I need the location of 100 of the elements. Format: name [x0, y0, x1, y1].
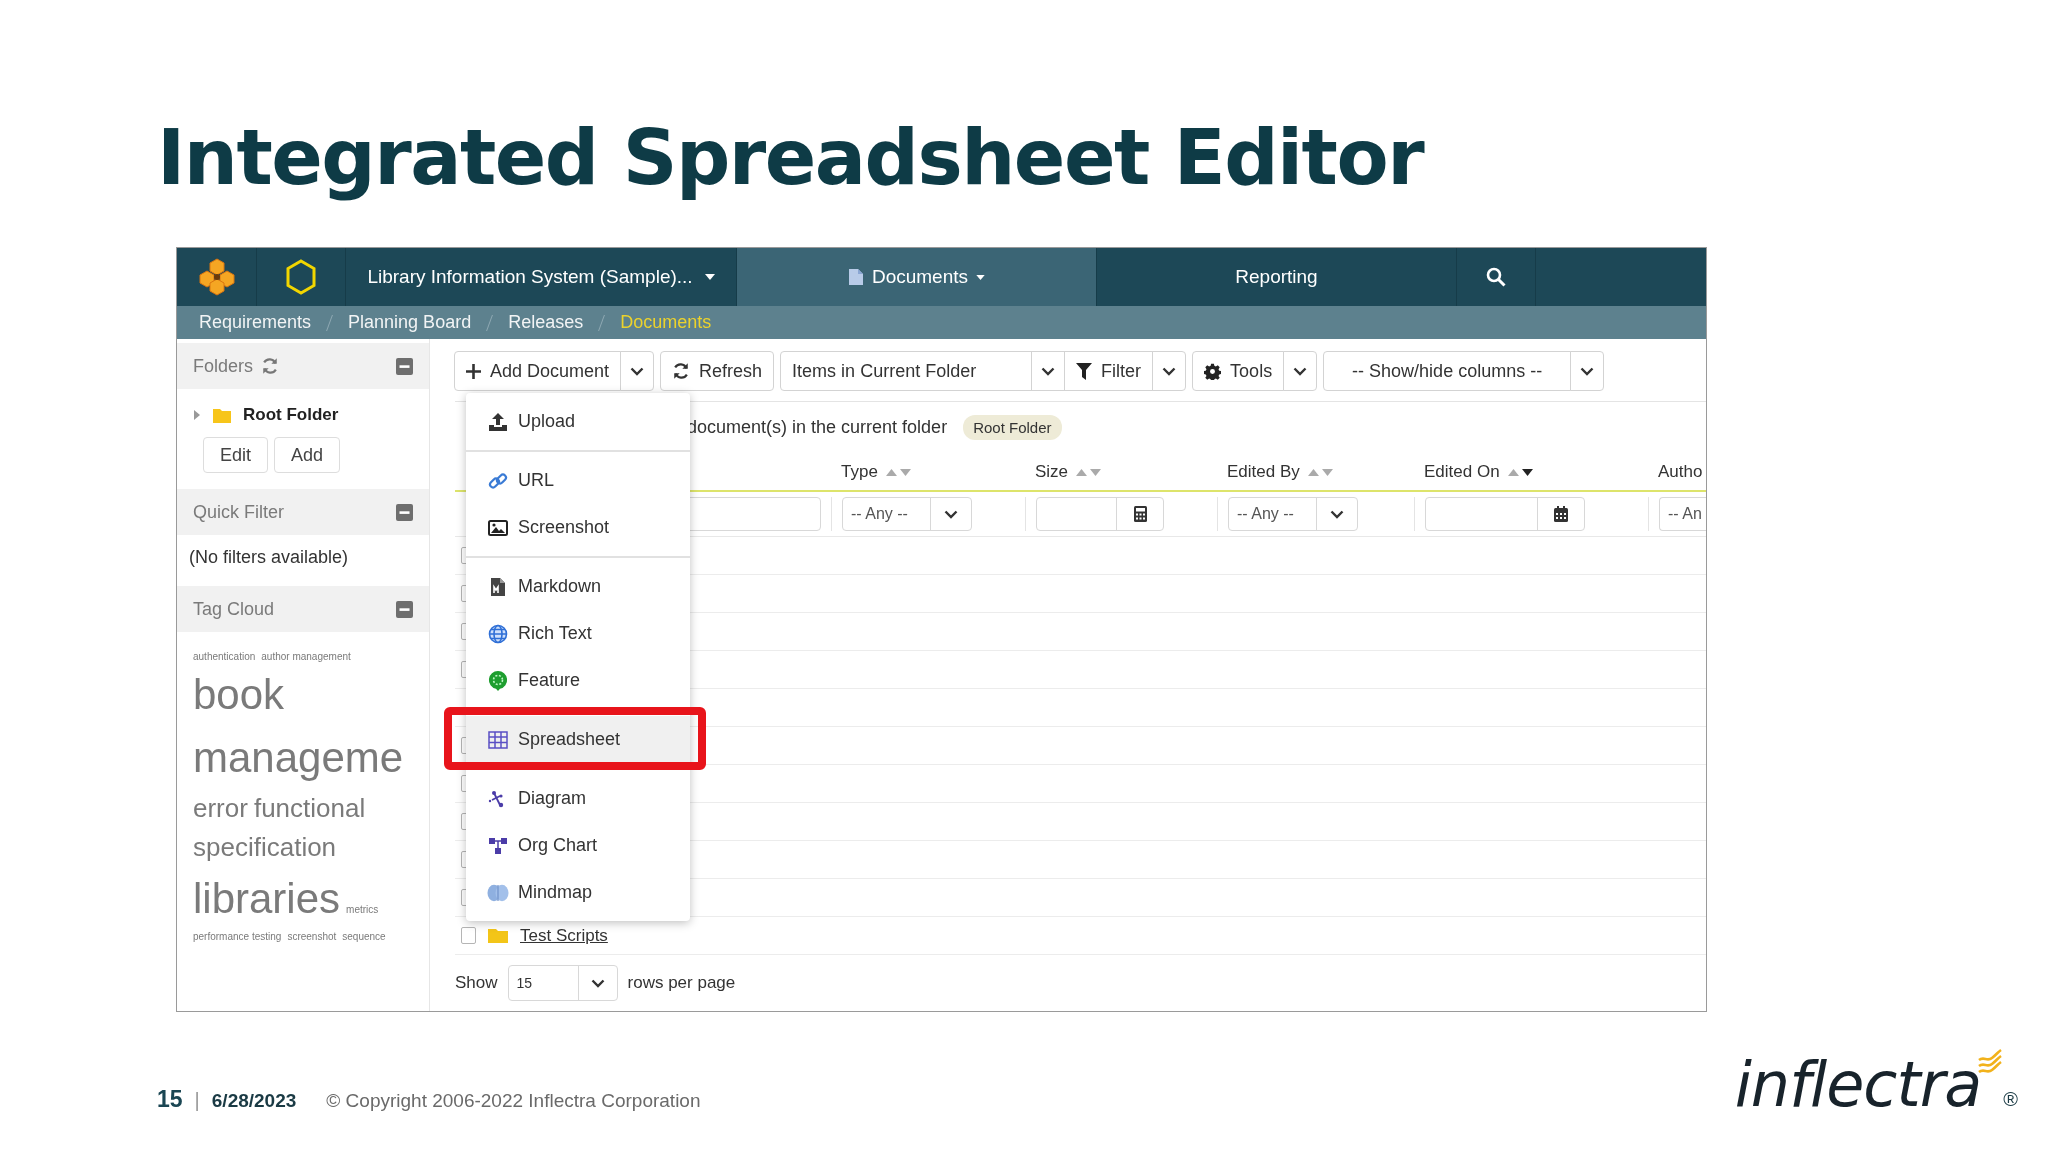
- menu-item[interactable]: Org Chart: [466, 822, 690, 869]
- breadcrumb-link[interactable]: Releases: [508, 312, 584, 333]
- menu-item[interactable]: Mindmap: [466, 869, 690, 916]
- folder-name[interactable]: Root Folder: [243, 405, 339, 425]
- document-icon: [847, 268, 864, 286]
- chevron-down-icon: [1041, 366, 1056, 376]
- panel-title: Quick Filter: [193, 501, 284, 523]
- filter-field[interactable]: [1036, 497, 1164, 531]
- filter-dropdown[interactable]: -- Any --: [842, 497, 972, 531]
- pager-label: rows per page: [627, 973, 736, 993]
- brain-icon: [487, 883, 509, 902]
- filter-icon: [1076, 362, 1093, 380]
- pager-label: Show: [455, 973, 498, 993]
- folder-tag: Root Folder: [963, 414, 1062, 440]
- column-header[interactable]: Autho: [1648, 462, 1706, 482]
- collapse-icon[interactable]: [396, 600, 413, 618]
- chevron-down-icon: [1580, 366, 1595, 376]
- menu-item[interactable]: Spreadsheet: [466, 716, 690, 763]
- refresh-button[interactable]: Refresh: [660, 351, 775, 391]
- menu-item[interactable]: Diagram: [466, 775, 690, 822]
- filter-field[interactable]: [1425, 497, 1585, 531]
- folder-icon: [213, 407, 231, 423]
- calendar-icon[interactable]: [1554, 506, 1568, 522]
- column-header[interactable]: Type: [831, 462, 1025, 482]
- refresh-icon[interactable]: [261, 357, 280, 375]
- nav-menu-tab[interactable]: Documents: [736, 248, 1096, 306]
- dropdown-toggle[interactable]: [1570, 351, 1605, 391]
- folder-link[interactable]: Test Scripts: [520, 925, 608, 946]
- tag-link[interactable]: performance testing: [193, 930, 282, 943]
- chevron-down-icon: [1330, 509, 1344, 519]
- panel-title: Folders: [193, 355, 254, 377]
- view-selector[interactable]: Items in Current Folder: [780, 351, 1033, 391]
- menu-item[interactable]: Upload: [466, 398, 690, 445]
- upload-icon: [488, 411, 508, 432]
- caret-down-icon: [976, 274, 986, 280]
- search-icon[interactable]: [1486, 267, 1506, 287]
- link-icon: [488, 470, 508, 491]
- tag-link[interactable]: manageme: [193, 726, 404, 789]
- page-number: 15: [157, 1086, 183, 1113]
- info-text: document(s) in the current folder: [687, 416, 948, 438]
- column-header[interactable]: Size: [1025, 462, 1217, 482]
- column-header[interactable]: Edited On: [1414, 462, 1648, 482]
- menu-item[interactable]: Screenshot: [466, 504, 690, 551]
- panel-title: Tag Cloud: [193, 598, 275, 620]
- add-document-button[interactable]: Add Document: [454, 351, 622, 391]
- sort-icon[interactable]: [1507, 467, 1534, 477]
- plus-icon: [466, 363, 481, 379]
- menu-item[interactable]: Markdown: [466, 563, 690, 610]
- logo-icon: [198, 258, 235, 296]
- separator: |: [194, 1089, 200, 1112]
- chevron-down-icon: [944, 509, 958, 519]
- folder-icon: [488, 928, 508, 943]
- tag-link[interactable]: libraries: [193, 867, 341, 930]
- column-selector[interactable]: -- Show/hide columns --: [1323, 351, 1572, 391]
- tag-link[interactable]: metrics: [346, 903, 379, 916]
- tag-link[interactable]: sequence: [342, 930, 386, 943]
- image-icon: [488, 518, 508, 537]
- globe-icon: [488, 623, 508, 644]
- company-logo: inflectra: [1734, 1048, 1982, 1121]
- column-header[interactable]: Edited By: [1217, 462, 1414, 482]
- dropdown-toggle[interactable]: [1152, 351, 1187, 391]
- collapse-icon[interactable]: [396, 357, 413, 375]
- collapse-icon[interactable]: [396, 503, 413, 521]
- filter-dropdown[interactable]: -- Any --: [1228, 497, 1358, 531]
- refresh-icon: [672, 362, 691, 380]
- chevron-down-icon: [590, 978, 605, 988]
- tag-link[interactable]: specification: [193, 828, 337, 867]
- tag-link[interactable]: book: [193, 663, 285, 726]
- tag-link[interactable]: author management: [261, 650, 351, 663]
- feature-icon: [488, 669, 508, 692]
- row-checkbox[interactable]: [461, 927, 476, 944]
- chevron-down-icon: [1162, 366, 1177, 376]
- folder-action-button[interactable]: Edit: [203, 437, 269, 473]
- chevron-down-icon: [630, 366, 645, 376]
- rows-per-page-dropdown[interactable]: 15: [507, 965, 618, 1001]
- folder-action-button[interactable]: Add: [274, 437, 341, 473]
- filter-dropdown[interactable]: -- An: [1659, 497, 1706, 531]
- slide-title: Integrated Spreadsheet Editor: [156, 112, 1424, 204]
- breadcrumb-link[interactable]: Planning Board: [348, 312, 472, 333]
- menu-item[interactable]: URL: [466, 457, 690, 504]
- tag-link[interactable]: functional: [253, 789, 366, 828]
- breadcrumb-link[interactable]: Requirements: [199, 312, 312, 333]
- registered-mark: ®: [2003, 1088, 2018, 1111]
- calculator-icon[interactable]: [1133, 506, 1147, 522]
- menu-item[interactable]: Feature: [466, 657, 690, 704]
- project-selector[interactable]: Library Information System (Sample)...: [346, 248, 736, 306]
- markdown-file-icon: [490, 576, 506, 597]
- menu-item[interactable]: Rich Text: [466, 610, 690, 657]
- empty-message: (No filters available): [188, 546, 350, 569]
- dropdown-toggle[interactable]: [620, 351, 655, 391]
- hexagon-icon[interactable]: [285, 259, 317, 295]
- tag-link[interactable]: screenshot: [287, 930, 337, 943]
- filter-button[interactable]: Filter: [1064, 351, 1154, 391]
- tag-link[interactable]: error: [193, 789, 248, 828]
- tag-link[interactable]: authentication: [193, 650, 256, 663]
- tools-button[interactable]: Tools: [1192, 351, 1285, 391]
- table-icon: [488, 730, 508, 749]
- dropdown-toggle[interactable]: [1031, 351, 1066, 391]
- expand-arrow-icon[interactable]: [193, 410, 201, 420]
- dropdown-toggle[interactable]: [1283, 351, 1318, 391]
